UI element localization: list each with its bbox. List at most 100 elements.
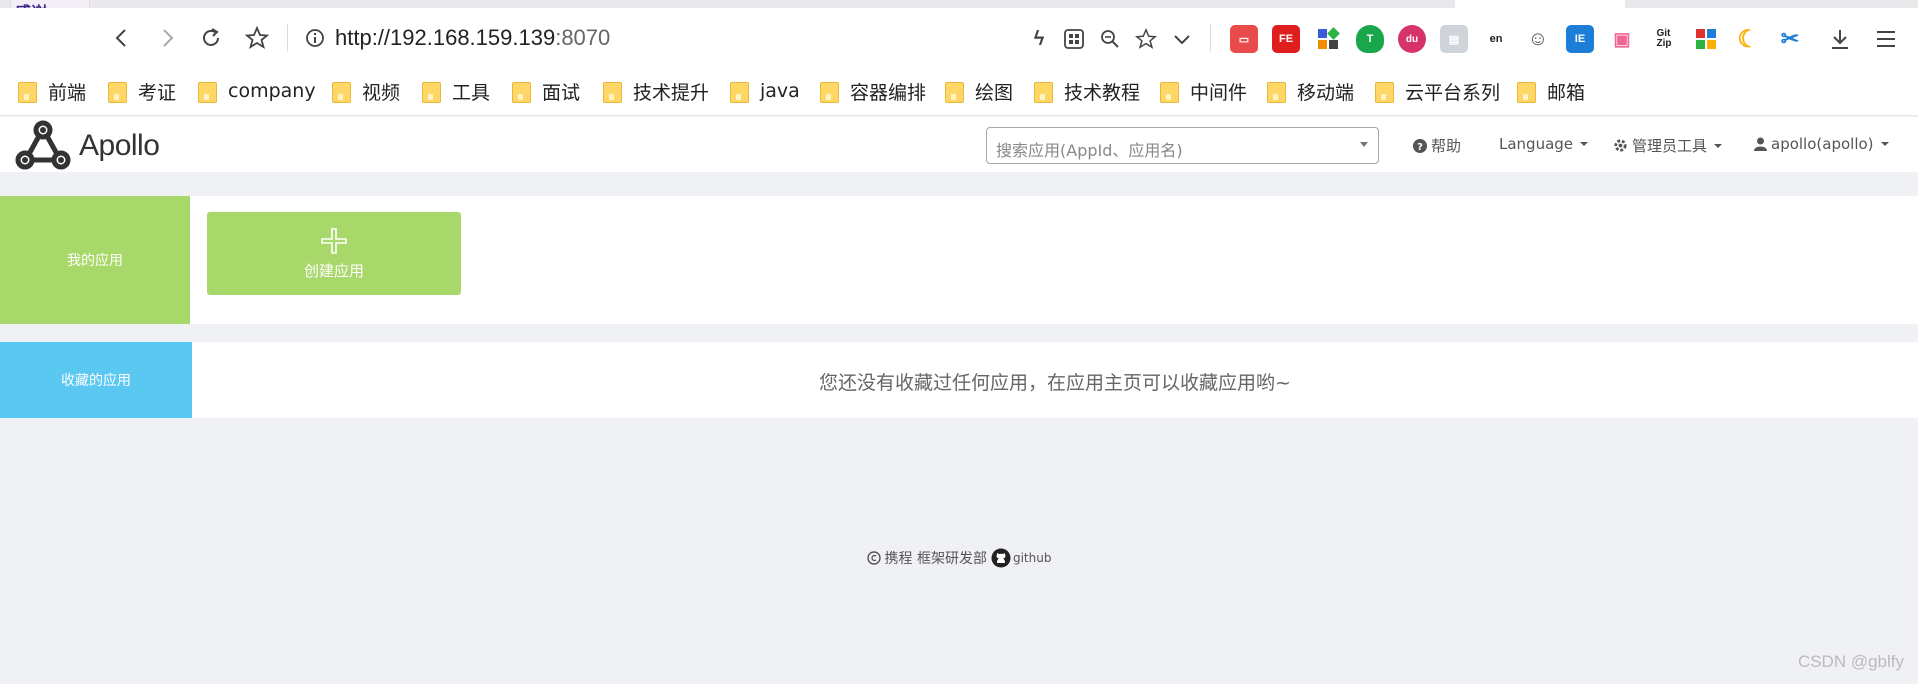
favorites-section: 收藏的应用 您还没有收藏过任何应用，在应用主页可以收藏应用哟~ [0,342,1918,418]
copyright-icon [866,551,881,565]
create-app-button[interactable]: 创建应用 [207,212,461,295]
scissors-icon[interactable]: ✂ [1776,25,1804,53]
bookmark-folder[interactable]: 技术教程 [1034,79,1141,104]
gear-icon [1614,139,1627,152]
qr-icon[interactable] [1060,25,1088,53]
bookmark-folder[interactable]: 视频 [332,79,401,104]
bookmark-folder[interactable]: 移动端 [1267,79,1354,104]
favorite-star-icon[interactable] [1132,25,1160,53]
bookmark-folder[interactable]: 面试 [512,79,581,104]
bookmark-label: 中间件 [1190,81,1248,104]
translate-icon[interactable]: en [1482,25,1510,53]
reader-icon[interactable]: ▤ [1440,25,1468,53]
folder-icon [512,80,531,103]
palette-icon[interactable]: ☺ [1524,25,1552,53]
folder-icon [18,80,37,103]
folder-icon [730,80,749,103]
du-icon[interactable]: du [1398,25,1426,53]
back-icon [115,29,126,47]
bookmark-label: java [760,80,800,102]
gitzip-icon[interactable]: Git Zip [1650,25,1678,53]
footer-copyright: 携程 框架研发部 [884,551,987,567]
user-label: apollo(apollo) [1771,135,1874,153]
bookmark-label: 前端 [48,81,87,104]
back-button[interactable] [105,21,139,55]
user-icon [1754,137,1767,151]
info-icon [306,29,324,47]
favorites-label: 收藏的应用 [0,342,192,418]
apollo-logo-icon [15,120,71,170]
folder-icon [1517,80,1536,103]
jsonview-icon[interactable]: IE [1566,25,1594,53]
url-host: http://192.168.159.139 [335,25,556,50]
bilibili-icon[interactable]: ▣ [1608,25,1636,53]
browser-toolbar: http://192.168.159.139:8070 ϟ ▭ FE T du … [0,8,1918,66]
lightning-icon[interactable]: ϟ [1025,25,1053,53]
fe-icon[interactable]: FE [1272,25,1300,53]
bookmark-folder[interactable]: 中间件 [1160,79,1248,104]
url-port: :8070 [555,25,611,50]
bookmark-folder[interactable]: java [730,79,800,103]
admin-tools-label: 管理员工具 [1632,137,1708,155]
chevron-down-icon [1360,142,1368,147]
grid-icon[interactable] [1692,25,1720,53]
app-header: Apollo 搜索应用(AppId、应用名) ? 帮助 Language 管理员… [0,117,1918,172]
reload-button[interactable] [194,21,228,55]
github-icon [991,548,1011,568]
moon-icon[interactable]: ☾ [1734,25,1762,53]
bookmark-folder[interactable]: company [198,79,316,103]
bookmark-label: 云平台系列 [1405,81,1501,104]
bookmark-label: 视频 [362,81,401,104]
folder-icon [820,80,839,103]
svg-text:?: ? [1417,142,1423,153]
bookmark-label: 技术提升 [633,81,710,104]
toolbox-icon[interactable]: ▭ [1230,25,1258,53]
zoom-icon[interactable] [1096,25,1124,53]
github-link[interactable]: github [991,548,1051,568]
language-dropdown[interactable]: Language [1499,135,1589,153]
address-bar[interactable]: http://192.168.159.139:8070 [305,25,610,51]
create-app-label: 创建应用 [303,262,364,280]
folder-icon [1034,80,1053,103]
my-apps-label: 我的应用 [0,196,190,324]
bookmark-label: 考证 [138,81,177,104]
chevron-down-icon[interactable] [1168,25,1196,53]
bookmark-label: 容器编排 [850,81,927,104]
user-dropdown[interactable]: apollo(apollo) [1754,135,1889,153]
bookmark-label: 工具 [452,81,491,104]
tampermonkey-icon[interactable]: T [1356,25,1384,53]
folder-icon [603,80,622,103]
logo-text: Apollo [79,129,160,162]
github-label: github [1012,551,1052,565]
app-search-select[interactable]: 搜索应用(AppId、应用名) [986,127,1379,164]
bookmark-folder[interactable]: 容器编排 [820,79,927,104]
search-placeholder: 搜索应用(AppId、应用名) [996,141,1183,160]
bookmark-folder[interactable]: 考证 [108,79,177,104]
bookmark-folder[interactable]: 前端 [18,79,87,104]
bookmark-label: 技术教程 [1064,81,1141,104]
bookmark-folder[interactable]: 云平台系列 [1375,79,1501,104]
bookmark-folder[interactable]: 绘图 [945,79,1013,104]
apollo-logo[interactable]: Apollo [15,120,160,172]
folder-icon [945,80,964,103]
star-icon [245,26,269,49]
menu-icon[interactable] [1872,25,1900,53]
watermark: CSDN @gblfy [1797,652,1904,671]
bookmark-star-button[interactable] [240,21,274,55]
bookmark-label: 面试 [542,81,581,104]
bookmark-folder[interactable]: 技术提升 [603,79,710,104]
forward-icon [163,29,174,47]
active-tab[interactable] [1455,0,1625,8]
folder-icon [422,80,441,103]
apps-icon[interactable] [1314,25,1342,53]
download-icon[interactable] [1826,25,1854,53]
bookmark-folder[interactable]: 邮箱 [1517,79,1585,104]
bookmark-folder[interactable]: 工具 [422,79,491,104]
folder-icon [198,80,217,103]
forward-button[interactable] [150,21,184,55]
help-link[interactable]: ? 帮助 [1413,135,1461,156]
caret-down-icon [1880,142,1889,146]
browser-tab-strip [0,0,1918,8]
language-label: Language [1499,135,1574,153]
admin-tools-dropdown[interactable]: 管理员工具 [1613,135,1723,156]
